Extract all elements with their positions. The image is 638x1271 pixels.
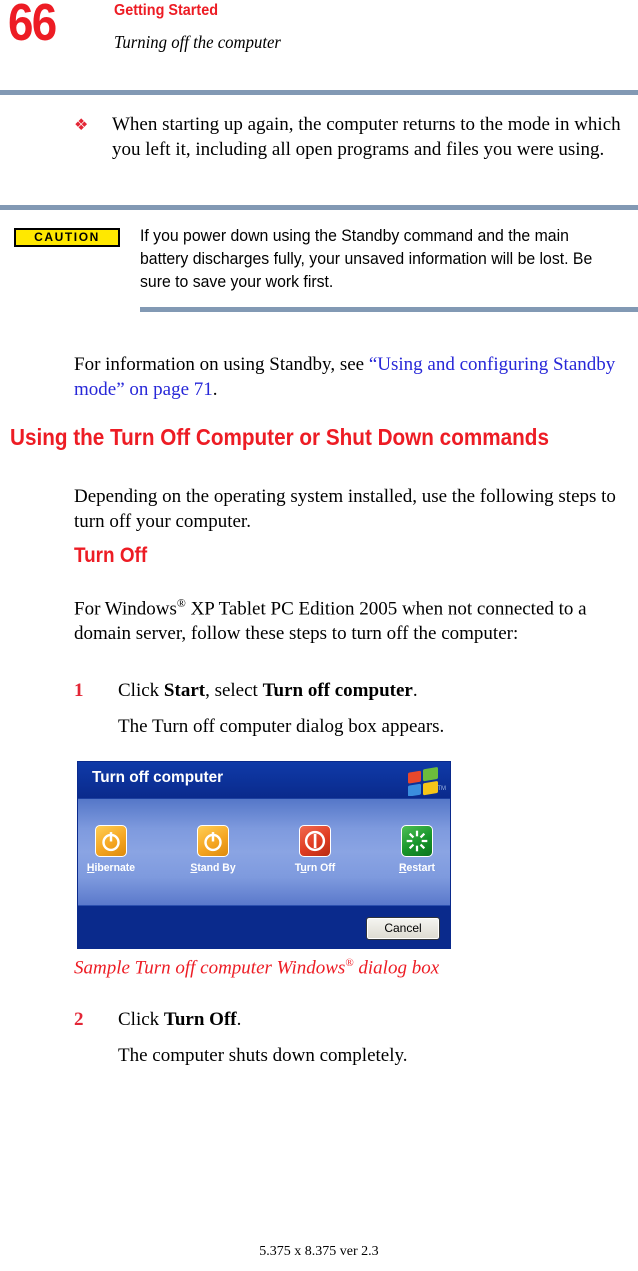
standby-paragraph-tail: . <box>212 379 218 400</box>
label-rest: estart <box>406 862 436 874</box>
step-number: 1 <box>74 680 84 701</box>
restart-icon[interactable] <box>401 825 433 857</box>
step-text: Click Start, select Turn off computer. <box>118 678 638 704</box>
page-header: 66 Getting Started Turning off the compu… <box>0 0 638 86</box>
accelerator-letter: R <box>398 862 407 874</box>
label-rest: tand By <box>197 862 236 874</box>
step-bold-turn-off-computer: Turn off computer <box>262 680 413 701</box>
page-number: 66 <box>8 0 57 52</box>
power-standby-icon[interactable] <box>197 825 229 857</box>
list-item: ❖ When starting up again, the computer r… <box>74 112 638 162</box>
dialog-option-label: Stand By <box>182 862 245 874</box>
step-text-a: Click <box>118 680 164 701</box>
dialog-title: Turn off computer <box>92 769 224 786</box>
header-chapter-title: Getting Started <box>114 2 219 19</box>
step-text: Click Turn Off. <box>118 1007 638 1033</box>
accelerator-letter: S <box>190 862 198 874</box>
standby-paragraph-lead: For information on using Standby, see <box>74 354 369 375</box>
step-number: 2 <box>74 1009 84 1030</box>
registered-mark: ® <box>176 597 186 610</box>
step-bold-start: Start <box>163 680 206 701</box>
header-divider-rule <box>0 90 638 95</box>
dialog-footer: Cancel <box>78 905 450 949</box>
step-text-a: Click <box>118 1009 164 1030</box>
label-post: rn Off <box>306 862 336 874</box>
bullet-item-text: When starting up again, the computer ret… <box>112 114 621 160</box>
caution-badge: CAUTION <box>14 228 120 247</box>
windows-logo-icon <box>408 767 438 796</box>
cancel-button[interactable]: Cancel <box>366 917 440 940</box>
turn-off-computer-dialog: Turn off computer TM Hibernate Stand By … <box>78 762 450 949</box>
windows-xp-text-lead: For Windows <box>74 598 177 620</box>
dialog-option-label: Hibernate <box>80 862 143 874</box>
standby-reference-paragraph: For information on using Standby, see “U… <box>74 352 638 402</box>
dialog-option-stand-by[interactable]: Stand By <box>180 825 246 874</box>
figure-caption: Sample Turn off computer Windows® dialog… <box>74 957 439 979</box>
caution-bottom-rule <box>140 307 638 312</box>
step-text-b: , select <box>205 680 263 701</box>
caution-text: If you power down using the Standby comm… <box>140 226 593 291</box>
section-heading-1: Using the Turn Off Computer or Shut Down… <box>10 424 549 450</box>
step-text-c: . <box>236 1009 242 1030</box>
step-text-c: . <box>412 680 418 701</box>
dialog-body: Hibernate Stand By Turn Off Restart <box>78 798 450 905</box>
registered-mark: ® <box>345 957 354 969</box>
dialog-title-bar: Turn off computer TM <box>78 762 450 798</box>
label-rest: ibernate <box>94 862 136 874</box>
header-section-title: Turning off the computer <box>114 32 281 52</box>
dialog-options: Hibernate Stand By Turn Off Restart <box>78 825 450 874</box>
page-footer: 5.375 x 8.375 ver 2.3 <box>259 1244 379 1259</box>
dialog-option-label: Turn Off <box>284 862 347 874</box>
accelerator-letter: H <box>86 862 95 874</box>
section-heading-2: Turn Off <box>74 544 148 567</box>
dialog-option-label: Restart <box>386 862 449 874</box>
caution-top-rule <box>0 205 638 210</box>
bullet-list: ❖ When starting up again, the computer r… <box>74 112 638 162</box>
numbered-step: 2 Click Turn Off. <box>74 1007 638 1033</box>
power-off-icon[interactable] <box>299 825 331 857</box>
dialog-option-hibernate[interactable]: Hibernate <box>78 825 144 874</box>
dialog-option-restart[interactable]: Restart <box>384 825 450 874</box>
windows-xp-paragraph: For Windows® XP Tablet PC Edition 2005 w… <box>74 591 638 646</box>
step-bold-turn-off: Turn Off <box>163 1009 237 1030</box>
trademark-mark: TM <box>437 786 446 792</box>
step-result-text: The Turn off computer dialog box appears… <box>118 716 445 737</box>
power-standby-icon[interactable] <box>95 825 127 857</box>
diamond-bullet-icon: ❖ <box>74 115 89 134</box>
numbered-step: 1 Click Start, select Turn off computer. <box>74 678 638 704</box>
figure-caption-lead: Sample Turn off computer Windows <box>74 957 346 979</box>
dialog-option-turn-off[interactable]: Turn Off <box>282 825 348 874</box>
step-result-text: The computer shuts down completely. <box>118 1045 408 1066</box>
depending-paragraph: Depending on the operating system instal… <box>74 486 616 532</box>
figure-caption-tail: dialog box <box>353 957 440 979</box>
